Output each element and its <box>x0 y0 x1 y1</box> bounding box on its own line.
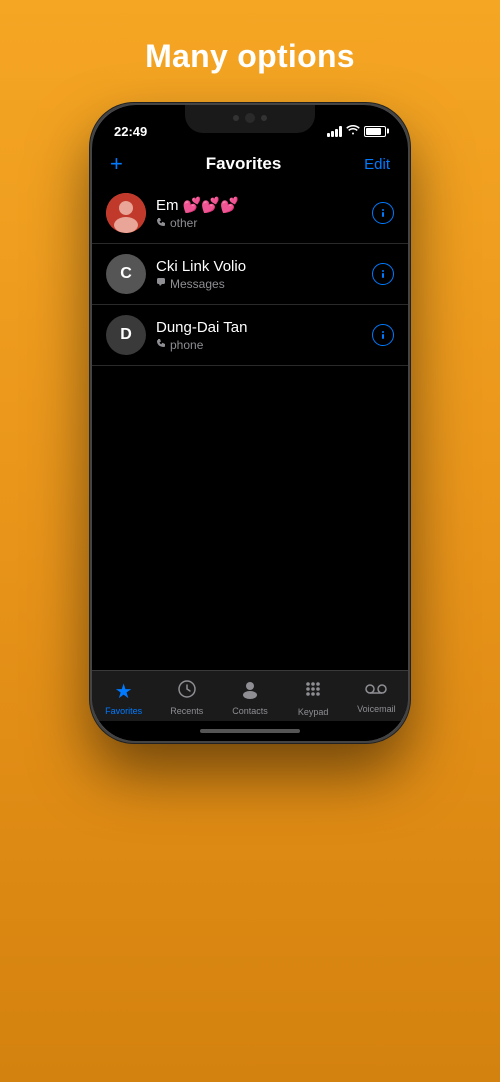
tab-favorites-label: Favorites <box>105 706 142 716</box>
tab-favorites[interactable]: ★ Favorites <box>97 679 151 716</box>
tab-recents[interactable]: Recents <box>160 679 214 716</box>
battery-icon <box>364 126 386 137</box>
signal-icon <box>327 126 342 137</box>
contact-item-dung[interactable]: D Dung-Dai Tan phone <box>92 305 408 366</box>
tab-bar: ★ Favorites Recents <box>92 670 408 721</box>
phone-mockup: 22:49 <box>90 103 410 743</box>
home-bar <box>200 729 300 733</box>
contact-type-dung: phone <box>156 338 372 352</box>
contact-name-cki: Cki Link Volio <box>156 258 372 275</box>
notch-dot-1 <box>233 115 239 121</box>
avatar-em <box>106 193 146 233</box>
page-title: Many options <box>145 38 355 75</box>
contacts-list: Em 💕💕💕 other <box>92 183 408 670</box>
phone-frame: 22:49 <box>90 103 410 743</box>
contact-item-em[interactable]: Em 💕💕💕 other <box>92 183 408 244</box>
recents-icon <box>177 679 197 704</box>
notch-camera <box>245 113 255 123</box>
notch <box>185 105 315 133</box>
phone-icon-dung <box>156 338 166 351</box>
phone-icon-em <box>156 217 166 230</box>
tab-recents-label: Recents <box>170 706 203 716</box>
contact-name-em: Em 💕💕💕 <box>156 196 372 214</box>
info-button-cki[interactable] <box>372 263 394 285</box>
tab-voicemail-label: Voicemail <box>357 704 396 714</box>
wifi-icon <box>346 124 360 138</box>
contact-type-label-em: other <box>170 216 197 230</box>
keypad-icon <box>303 679 323 705</box>
tab-voicemail[interactable]: Voicemail <box>349 679 403 714</box>
contact-info-em: Em 💕💕💕 other <box>156 196 372 230</box>
home-indicator <box>92 721 408 741</box>
info-button-em[interactable] <box>372 202 394 224</box>
tab-contacts-label: Contacts <box>232 706 268 716</box>
contact-info-cki: Cki Link Volio Messages <box>156 258 372 291</box>
contact-name-dung: Dung-Dai Tan <box>156 319 372 336</box>
info-button-dung[interactable] <box>372 324 394 346</box>
notch-dot-2 <box>261 115 267 121</box>
contact-type-cki: Messages <box>156 277 372 291</box>
nav-title: Favorites <box>206 154 282 174</box>
contact-type-label-dung: phone <box>170 338 203 352</box>
tab-keypad-label: Keypad <box>298 707 329 717</box>
voicemail-icon <box>365 679 387 702</box>
favorites-icon: ★ <box>115 679 133 704</box>
message-icon-cki <box>156 277 166 290</box>
tab-keypad[interactable]: Keypad <box>286 679 340 717</box>
contact-item-cki[interactable]: C Cki Link Volio Messages <box>92 244 408 305</box>
avatar-cki: C <box>106 254 146 294</box>
contact-type-label-cki: Messages <box>170 277 225 291</box>
contacts-icon <box>240 679 260 704</box>
avatar-dung: D <box>106 315 146 355</box>
status-bar: 22:49 <box>92 105 408 149</box>
edit-button[interactable]: Edit <box>364 156 390 173</box>
tab-contacts[interactable]: Contacts <box>223 679 277 716</box>
status-time: 22:49 <box>114 124 147 139</box>
status-icons <box>327 124 386 138</box>
nav-bar: + Favorites Edit <box>92 149 408 183</box>
battery-fill <box>366 128 381 135</box>
add-button[interactable]: + <box>110 153 123 175</box>
phone-screen: 22:49 <box>92 105 408 741</box>
contact-type-em: other <box>156 216 372 230</box>
contact-info-dung: Dung-Dai Tan phone <box>156 319 372 352</box>
